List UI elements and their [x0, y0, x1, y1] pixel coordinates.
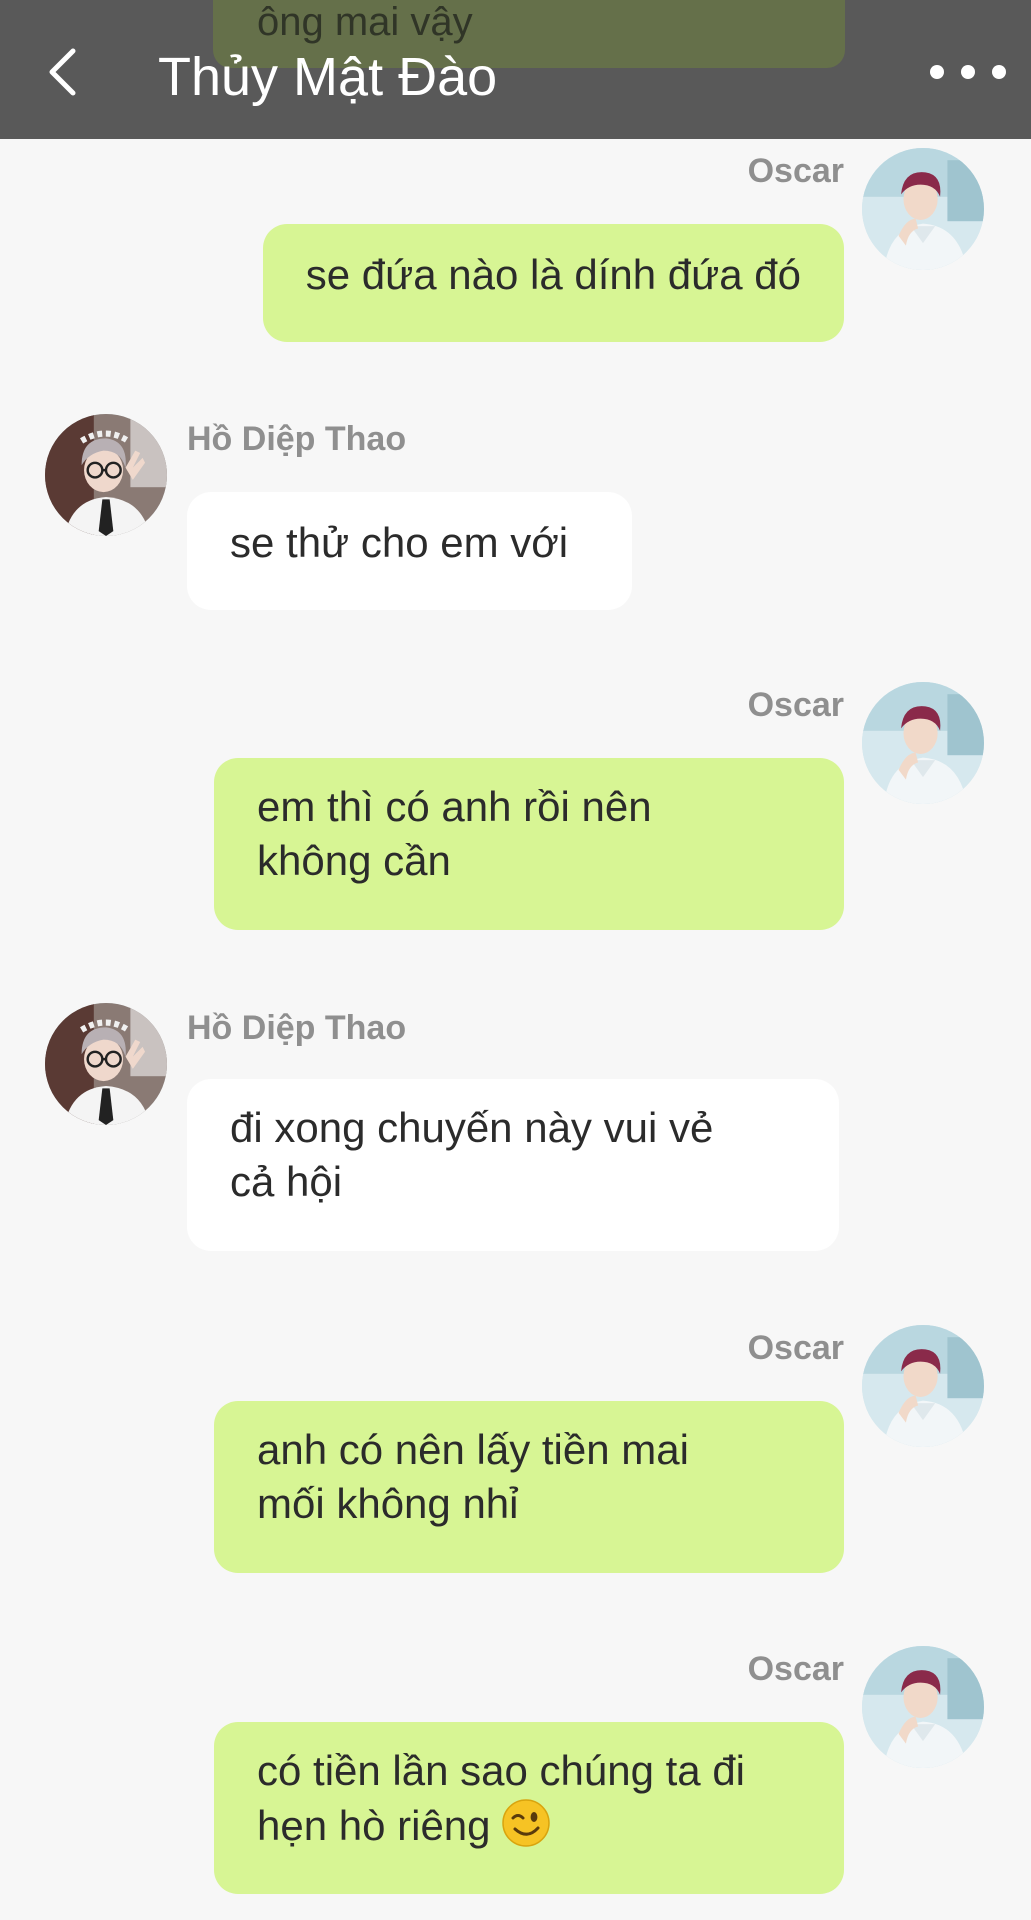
avatar-oscar[interactable]: [862, 1325, 984, 1447]
message-bubble[interactable]: đi xong chuyến này vui vẻ cả hội: [187, 1079, 839, 1251]
more-dot-icon: [930, 65, 944, 79]
avatar-oscar[interactable]: [862, 682, 984, 804]
message-text-line: hẹn hò riêng: [257, 1798, 801, 1853]
message-bubble[interactable]: se đứa nào là dính đứa đó: [262, 224, 844, 342]
message-text-line: mối không nhỉ: [257, 1480, 519, 1527]
message-bubble[interactable]: anh có nên lấy tiền mai mối không nhỉ: [214, 1401, 844, 1573]
sender-name: Hồ Diệp Thao: [187, 1009, 407, 1047]
back-button[interactable]: [30, 36, 94, 108]
message-text: se đứa nào là dính đứa đó: [305, 251, 801, 298]
more-dot-icon: [961, 65, 975, 79]
avatar-oscar[interactable]: [862, 148, 984, 270]
avatar-ho-diep-thao[interactable]: [45, 1003, 167, 1125]
more-dot-icon: [992, 65, 1006, 79]
sender-name: Oscar: [747, 1329, 844, 1367]
chat-header: ông mai vậy Thủy Mật Đào: [0, 0, 1031, 139]
winking-face-icon: [501, 1799, 550, 1847]
previous-message-text: ông mai vậy: [257, 0, 473, 44]
message-bubble[interactable]: se thử cho em với: [187, 492, 632, 610]
sender-name: Oscar: [747, 686, 844, 724]
chat-title: Thủy Mật Đào: [158, 47, 498, 107]
sender-name: Oscar: [747, 152, 844, 190]
message-bubble[interactable]: em thì có anh rồi nên không cần: [214, 758, 844, 930]
message-text-line: có tiền lần sao chúng ta đi: [257, 1747, 746, 1794]
avatar-oscar[interactable]: [862, 1646, 984, 1768]
message-text-line: em thì có anh rồi nên: [257, 783, 652, 830]
message-text: se thử cho em với: [230, 519, 569, 566]
message-text-line: cả hội: [230, 1158, 343, 1205]
sender-name: Hồ Diệp Thao: [187, 420, 407, 458]
message-bubble[interactable]: có tiền lần sao chúng ta đi hẹn hò riêng: [214, 1722, 844, 1894]
more-options-button[interactable]: [930, 52, 1006, 92]
sender-name: Oscar: [747, 1650, 844, 1688]
avatar-ho-diep-thao[interactable]: [45, 414, 167, 536]
message-text-segment: hẹn hò riêng: [257, 1802, 491, 1849]
message-text-line: đi xong chuyến này vui vẻ: [230, 1104, 714, 1151]
message-text-line: không cần: [257, 837, 451, 884]
message-text-line: anh có nên lấy tiền mai: [257, 1426, 689, 1473]
chevron-left-icon: [49, 48, 76, 96]
